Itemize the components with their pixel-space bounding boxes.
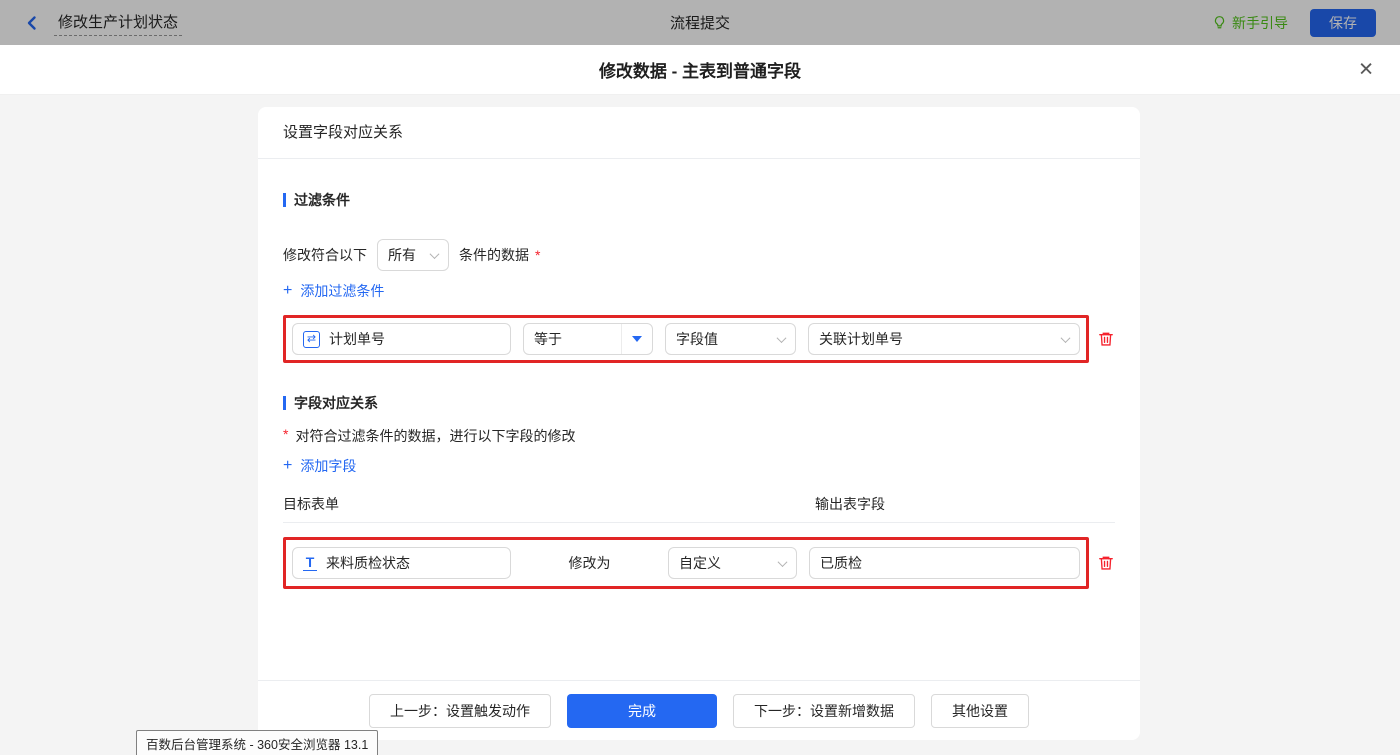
done-button[interactable]: 完成 <box>567 694 717 728</box>
output-type-select[interactable]: 自定义 <box>668 547 797 579</box>
column-target-form: 目标表单 <box>283 496 339 512</box>
value-type-select[interactable]: 字段值 <box>665 323 796 355</box>
topbar-right: 新手引导 保存 <box>1212 9 1376 37</box>
delete-mapping-icon[interactable] <box>1097 554 1115 572</box>
settings-card: 设置字段对应关系 过滤条件 修改符合以下 所有 条件的数据 * <box>258 107 1140 740</box>
chevron-down-icon <box>777 333 787 343</box>
compare-value: 关联计划单号 <box>819 329 903 349</box>
select-divider <box>621 324 622 354</box>
mapping-column-headers: 目标表单 输出表字段 <box>283 494 1115 514</box>
other-settings-button[interactable]: 其他设置 <box>931 694 1029 728</box>
topbar-left: 修改生产计划状态 <box>24 9 182 36</box>
browser-status-tooltip: 百数后台管理系统 - 360安全浏览器 13.1 <box>136 730 378 755</box>
delete-filter-icon[interactable] <box>1097 330 1115 348</box>
modal-body: 设置字段对应关系 过滤条件 修改符合以下 所有 条件的数据 * <box>0 95 1400 755</box>
guide-label: 新手引导 <box>1232 13 1288 33</box>
value-type-value: 字段值 <box>676 329 718 349</box>
mapping-section-title: 字段对应关系 <box>283 393 1115 413</box>
chevron-down-icon <box>430 249 440 259</box>
output-type-value: 自定义 <box>679 553 721 573</box>
add-field-label: 添加字段 <box>300 456 356 476</box>
screen: 修改生产计划状态 流程提交 新手引导 保存 修改数据 - 主表到普通字段 ✕ 设… <box>0 0 1400 755</box>
section-marker <box>283 193 286 207</box>
filter-field-value: 计划单号 <box>329 329 385 349</box>
modify-to-label: 修改为 <box>523 553 656 573</box>
prev-step-button[interactable]: 上一步：设置触发动作 <box>369 694 551 728</box>
section-marker <box>283 396 286 410</box>
match-type-value: 所有 <box>388 245 416 265</box>
plus-icon: + <box>283 458 292 474</box>
save-button[interactable]: 保存 <box>1310 9 1376 37</box>
back-icon[interactable] <box>24 15 40 31</box>
target-field-input[interactable]: T 来料质检状态 <box>292 547 511 579</box>
mapping-description: 对符合过滤条件的数据，进行以下字段的修改 <box>295 426 575 446</box>
chevron-down-icon <box>1061 333 1071 343</box>
output-value: 已质检 <box>820 553 862 573</box>
beginner-guide-link[interactable]: 新手引导 <box>1212 13 1288 33</box>
match-condition-row: 修改符合以下 所有 条件的数据 * <box>283 239 1115 271</box>
lightbulb-icon <box>1212 15 1227 30</box>
chevron-down-icon <box>778 557 788 567</box>
card-header-title: 设置字段对应关系 <box>258 107 1140 159</box>
required-mark: * <box>283 426 288 442</box>
required-mark: * <box>535 247 540 263</box>
annotation-box-mapping: T 来料质检状态 修改为 自定义 已质检 <box>283 537 1089 589</box>
add-field-link[interactable]: + 添加字段 <box>283 456 356 476</box>
target-field-value: 来料质检状态 <box>326 553 410 573</box>
column-output-field: 输出表字段 <box>815 494 885 514</box>
next-step-button[interactable]: 下一步：设置新增数据 <box>733 694 915 728</box>
modal-header: 修改数据 - 主表到普通字段 ✕ <box>0 45 1400 95</box>
match-suffix-label: 条件的数据 <box>459 245 529 265</box>
flow-submit-label: 流程提交 <box>670 12 730 33</box>
text-field-icon: T <box>303 555 317 571</box>
match-prefix-label: 修改符合以下 <box>283 245 367 265</box>
annotation-box-filter: ⇄ 计划单号 等于 字段值 关联计划单号 <box>283 315 1089 363</box>
add-filter-condition-link[interactable]: + 添加过滤条件 <box>283 281 384 301</box>
close-icon[interactable]: ✕ <box>1358 60 1374 79</box>
filter-field-input[interactable]: ⇄ 计划单号 <box>292 323 511 355</box>
compare-value-select[interactable]: 关联计划单号 <box>808 323 1080 355</box>
page-title[interactable]: 修改生产计划状态 <box>54 9 182 36</box>
card-footer: 上一步：设置触发动作 完成 下一步：设置新增数据 其他设置 <box>258 680 1140 740</box>
card-content: 过滤条件 修改符合以下 所有 条件的数据 * + 添加过滤条件 <box>258 190 1140 589</box>
filter-section-title: 过滤条件 <box>283 190 1115 210</box>
operator-value: 等于 <box>534 329 562 349</box>
column-divider <box>283 522 1115 523</box>
output-value-input[interactable]: 已质检 <box>809 547 1080 579</box>
topbar: 修改生产计划状态 流程提交 新手引导 保存 <box>0 0 1400 45</box>
add-filter-label: 添加过滤条件 <box>300 281 384 301</box>
caret-down-icon <box>632 336 642 342</box>
plus-icon: + <box>283 283 292 299</box>
filter-condition-row: ⇄ 计划单号 等于 字段值 关联计划单号 <box>283 315 1115 363</box>
mapping-description-row: * 对符合过滤条件的数据，进行以下字段的修改 <box>283 426 1115 446</box>
operator-select[interactable]: 等于 <box>523 323 653 355</box>
modal-title: 修改数据 - 主表到普通字段 <box>599 57 801 82</box>
serial-number-field-icon: ⇄ <box>303 331 320 348</box>
match-type-select[interactable]: 所有 <box>377 239 449 271</box>
field-mapping-row: T 来料质检状态 修改为 自定义 已质检 <box>283 537 1115 589</box>
